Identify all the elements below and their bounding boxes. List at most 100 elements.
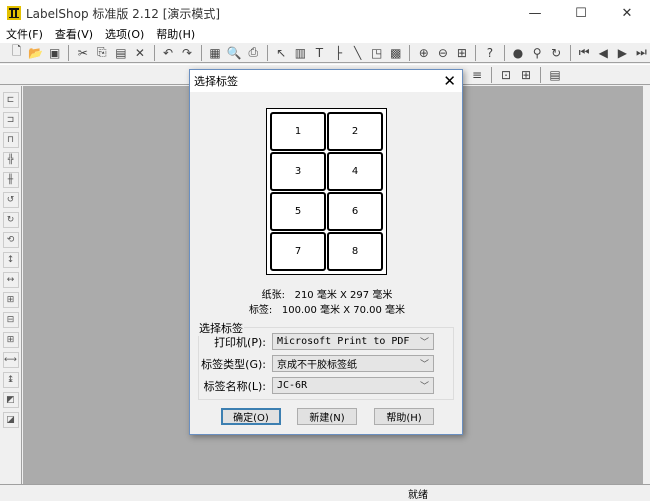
label-cell[interactable]: 2 [327,112,383,151]
align-icon[interactable]: ≡ [468,66,486,84]
paper-value: 210 毫米 X 297 毫米 [294,290,393,301]
title-bar: LabelShop 标准版 2.12 [演示模式] — ☐ ✕ [0,0,650,26]
prev-icon[interactable]: ◀ [595,44,612,62]
printer-label: 打印机(P): [214,335,266,349]
chevron-down-icon: ﹀ [419,382,429,392]
print-icon[interactable]: ⎙ [245,44,262,62]
printer-value: Microsoft Print to PDF [277,336,410,347]
new-button[interactable]: 新建(N) [297,408,357,425]
help-button[interactable]: 帮助(H) [374,408,434,425]
label-cell[interactable]: 5 [270,192,326,231]
label-cell[interactable]: 7 [270,232,326,271]
label-name-value: JC-6R [277,380,308,391]
paper-size-info: 纸张: 210 毫米 X 297 毫米 [190,286,464,301]
next-icon[interactable]: ▶ [614,44,631,62]
align-left-icon[interactable]: ⊏ [2,92,19,108]
vertical-scrollbar[interactable] [643,86,650,484]
help-icon[interactable]: ? [481,44,498,62]
undo-icon[interactable]: ↶ [159,44,176,62]
zoom-in-icon[interactable]: ⊕ [415,44,432,62]
menu-help[interactable]: 帮助(H) [156,26,195,42]
label-size-info: 标签: 100.00 毫米 X 70.00 毫米 [190,301,464,316]
label-cell[interactable]: 4 [327,152,383,191]
rotate-180-icon[interactable]: ↻ [2,212,19,228]
printer-select[interactable]: Microsoft Print to PDF ﹀ [272,333,434,350]
label-cell[interactable]: 8 [327,232,383,271]
label-cell[interactable]: 6 [327,192,383,231]
width-icon[interactable]: ↔ [2,272,19,288]
center-v-icon[interactable]: ╫ [2,172,19,188]
ungroup-icon[interactable]: ⊞ [517,66,535,84]
status-text: 就绪 [408,490,428,501]
menu-options[interactable]: 选项(O) [105,26,144,42]
align-top-icon[interactable]: ⊓ [2,132,19,148]
ok-button[interactable]: 确定(O) [221,408,281,425]
label-type-value: 京成不干胶标签纸 [277,360,357,371]
last-icon[interactable]: ⏭ [633,44,650,62]
menu-bar: 文件(F) 查看(V) 选项(O) 帮助(H) [0,26,650,42]
space-v-icon[interactable]: ⊞ [2,332,19,348]
chevron-down-icon: ﹀ [419,338,429,348]
rotate-270-icon[interactable]: ⟲ [2,232,19,248]
properties-icon[interactable]: ▤ [546,66,564,84]
barcode-icon[interactable]: ▥ [292,44,309,62]
label-size-label: 标签: [248,305,273,316]
dialog-close-button[interactable]: ✕ [443,72,456,90]
group-icon[interactable]: ⊡ [497,66,515,84]
back-icon[interactable]: ◪ [2,412,19,428]
select-label-dialog: 选择标签 ✕ 1 2 3 4 5 6 7 8 纸张: 210 毫米 X 297 … [189,69,463,435]
dialog-title-bar: 选择标签 ✕ [190,70,462,92]
database-icon[interactable]: ● [509,44,526,62]
paper-label: 纸张: [261,290,286,301]
left-toolbar: ⊏ ⊐ ⊓ ╬ ╫ ↺ ↻ ⟲ ↕ ↔ ⊞ ⊟ ⊞ ⟷ ↨ ◩ ◪ [0,86,22,486]
minimize-button[interactable]: — [512,0,558,26]
app-logo-icon [7,6,21,20]
shape-icon[interactable]: ◳ [368,44,385,62]
chevron-down-icon: ﹀ [419,360,429,370]
rotate-90-icon[interactable]: ↺ [2,192,19,208]
label-sheet-preview: 1 2 3 4 5 6 7 8 [266,108,387,275]
size-icon[interactable]: ⊞ [2,292,19,308]
paste-icon[interactable]: ▤ [112,44,129,62]
distribute-h-icon[interactable]: ⟷ [2,352,19,368]
cut-icon[interactable]: ✂ [74,44,91,62]
line-diag-icon[interactable]: ╲ [349,44,366,62]
front-icon[interactable]: ◩ [2,392,19,408]
close-button[interactable]: ✕ [604,0,650,26]
center-h-icon[interactable]: ╬ [2,152,19,168]
fit-icon[interactable]: ⊞ [453,44,470,62]
distribute-v-icon[interactable]: ↨ [2,372,19,388]
copy-icon[interactable]: ⎘ [93,44,110,62]
open-icon[interactable]: 📂 [27,44,44,62]
redo-icon[interactable]: ↷ [179,44,196,62]
align-right-icon[interactable]: ⊐ [2,112,19,128]
dialog-title: 选择标签 [194,75,238,88]
menu-view[interactable]: 查看(V) [55,26,93,42]
delete-icon[interactable]: ✕ [131,44,148,62]
label-name-label: 标签名称(L): [203,379,266,393]
height-icon[interactable]: ↕ [2,252,19,268]
text-icon[interactable]: T [311,44,328,62]
space-h-icon[interactable]: ⊟ [2,312,19,328]
page-setup-icon[interactable]: ▦ [207,44,224,62]
line-h-icon[interactable]: ├ [330,44,347,62]
refresh-icon[interactable]: ↻ [548,44,565,62]
label-cell[interactable]: 3 [270,152,326,191]
save-icon[interactable]: ▣ [46,44,63,62]
label-type-select[interactable]: 京成不干胶标签纸 ﹀ [272,355,434,372]
zoom-out-icon[interactable]: ⊖ [434,44,451,62]
image-icon[interactable]: ▩ [387,44,404,62]
label-type-label: 标签类型(G): [201,357,266,371]
new-icon[interactable]: 🗋 [8,44,25,62]
print-preview-icon[interactable]: 🔍 [226,44,243,62]
first-icon[interactable]: ⏮ [576,44,593,62]
maximize-button[interactable]: ☐ [558,0,604,26]
find-icon[interactable]: ⚲ [529,44,546,62]
label-cell[interactable]: 1 [270,112,326,151]
select-icon[interactable]: ↖ [273,44,290,62]
label-size-value: 100.00 毫米 X 70.00 毫米 [281,305,406,316]
main-toolbar: 🗋 📂 ▣ ✂ ⎘ ▤ ✕ ↶ ↷ ▦ 🔍 ⎙ ↖ ▥ T ├ ╲ ◳ ▩ ⊕ ⊖ ⊞ ? ● ⚲ ↻ ⏮ ◀ ▶ ⏭ [0,42,650,63]
label-name-select[interactable]: JC-6R ﹀ [272,377,434,394]
window-title: LabelShop 标准版 2.12 [演示模式] [26,6,221,21]
menu-file[interactable]: 文件(F) [6,26,43,42]
